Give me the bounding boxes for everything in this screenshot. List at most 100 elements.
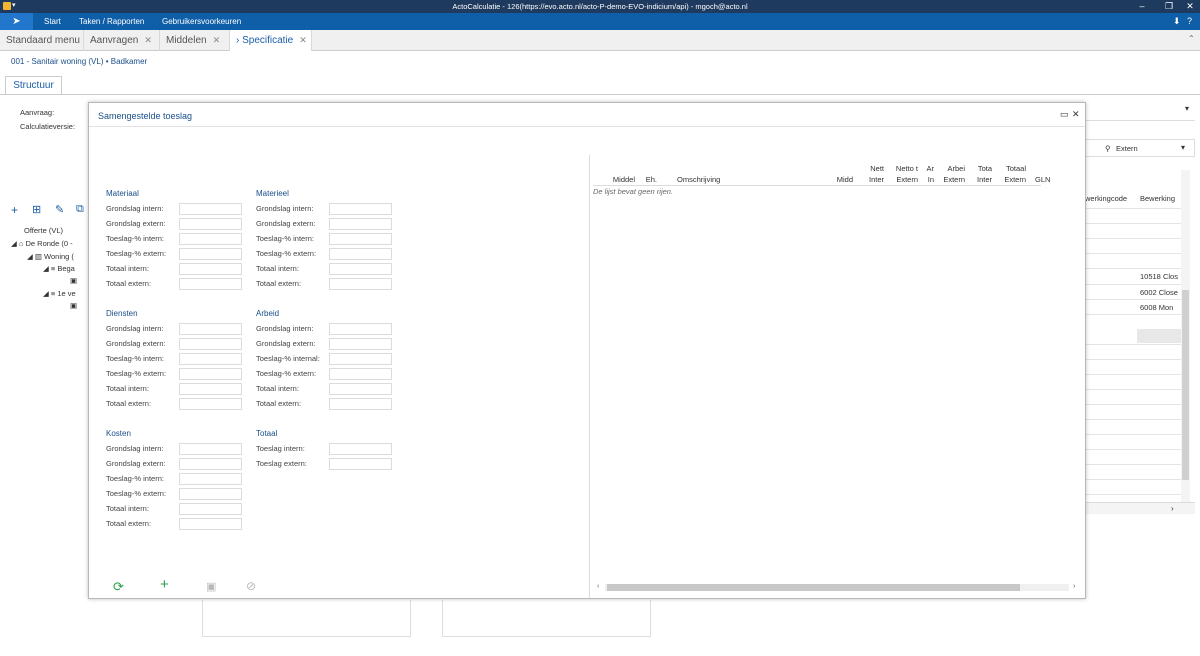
column-header-bewerkingscode[interactable]: werkingcode	[1085, 194, 1127, 203]
materiaal-grondslag-intern-input[interactable]	[179, 203, 242, 215]
close-icon[interactable]: ✕	[299, 35, 307, 45]
materieel-totaal-extern-input[interactable]	[329, 278, 392, 290]
menu-start[interactable]: Start	[44, 17, 61, 26]
tree-item[interactable]: ◢ ≡ 1e ve	[43, 289, 76, 298]
materieel-grondslag-intern-input[interactable]	[329, 203, 392, 215]
expand-icon[interactable]: ◢	[43, 289, 51, 298]
tree-item[interactable]: ◢ ▥ Woning (	[27, 252, 74, 261]
expand-icon[interactable]: ◢	[43, 264, 51, 273]
table-cell[interactable]: 10518 Clos	[1140, 272, 1178, 281]
kosten-toeslag-extern-input[interactable]	[179, 488, 242, 500]
close-icon[interactable]: ✕	[1072, 109, 1080, 120]
column-header-midd[interactable]: Midd	[829, 163, 853, 185]
diensten-grondslag-intern-input[interactable]	[179, 323, 242, 335]
table-row	[1085, 268, 1181, 269]
tab-aanvragen[interactable]: Aanvragen ✕	[84, 30, 160, 51]
materiaal-toeslag-extern-input[interactable]	[179, 248, 242, 260]
arbeid-grondslag-extern-input[interactable]	[329, 338, 392, 350]
menu-taken-rapporten[interactable]: Taken / Rapporten	[79, 17, 144, 26]
tab-middelen[interactable]: Middelen ✕	[160, 30, 230, 51]
menu-gebruikersvoorkeuren[interactable]: Gebruikersvoorkeuren	[162, 17, 241, 26]
minimize-icon[interactable]: –	[1135, 1, 1149, 11]
materiaal-grondslag-extern-input[interactable]	[179, 218, 242, 230]
document-icon[interactable]: ▣	[70, 301, 77, 310]
scrollbar-thumb[interactable]	[607, 584, 1020, 591]
materiaal-totaal-intern-input[interactable]	[179, 263, 242, 275]
totaal-toeslag-intern-input[interactable]	[329, 443, 392, 455]
extern-dropdown[interactable]: ⚲ Extern ▾	[1085, 139, 1195, 157]
save-icon[interactable]: ▣	[206, 580, 216, 593]
chevron-right-icon[interactable]: ›	[1073, 583, 1075, 590]
close-icon[interactable]: ✕	[144, 35, 152, 45]
column-header-arbeid-extern[interactable]: Arbei Extern	[939, 163, 965, 185]
restore-icon[interactable]: ❐	[1162, 1, 1176, 12]
column-header-bewerking[interactable]: Bewerking	[1140, 194, 1175, 203]
help-icon[interactable]: ?	[1187, 16, 1192, 26]
close-icon[interactable]: ✕	[213, 35, 221, 45]
chevron-left-icon[interactable]: ‹	[597, 583, 599, 590]
materieel-toeslag-extern-input[interactable]	[329, 248, 392, 260]
refresh-icon[interactable]: ⟳	[113, 579, 124, 595]
arbeid-toeslag-intern-input[interactable]	[329, 353, 392, 365]
diensten-toeslag-extern-input[interactable]	[179, 368, 242, 380]
diensten-totaal-extern-input[interactable]	[179, 398, 242, 410]
arbeid-toeslag-extern-input[interactable]	[329, 368, 392, 380]
chevron-down-icon[interactable]: ▾	[1185, 104, 1189, 113]
tab-specificatie[interactable]: › Specificatie ✕	[230, 30, 312, 51]
column-header-eh[interactable]: Eh.	[641, 163, 657, 185]
chevron-right-icon[interactable]: ›	[1171, 504, 1174, 513]
table-cell[interactable]: 6008 Mon	[1140, 303, 1173, 312]
tree-item[interactable]: ◢ ≡ Bega	[43, 264, 75, 273]
table-cell[interactable]	[1137, 329, 1181, 343]
kosten-toeslag-intern-input[interactable]	[179, 473, 242, 485]
add-icon[interactable]: +	[11, 203, 18, 217]
add-icon[interactable]: +	[160, 576, 169, 593]
tab-structuur[interactable]: Structuur	[5, 76, 62, 94]
materiaal-toeslag-intern-input[interactable]	[179, 233, 242, 245]
column-header-totaal-intern[interactable]: Tota Inter	[970, 163, 992, 185]
download-icon[interactable]: ⬇	[1173, 16, 1181, 27]
table-cell[interactable]: 6002 Close	[1140, 288, 1178, 297]
materieel-toeslag-intern-input[interactable]	[329, 233, 392, 245]
home-menu-button[interactable]: ➤	[0, 13, 33, 30]
edit-icon[interactable]: ✎	[55, 203, 64, 216]
cancel-icon[interactable]: ⊘	[246, 579, 256, 593]
document-icon[interactable]: ▣	[70, 276, 77, 285]
column-header-netto-extern[interactable]: Netto t Extern	[888, 163, 918, 185]
materieel-totaal-intern-input[interactable]	[329, 263, 392, 275]
tree-item[interactable]: ◢ ⌂ De Ronde (0 -	[11, 239, 73, 248]
column-header-middel[interactable]: Middel	[601, 163, 635, 185]
horizontal-scrollbar[interactable]: ›	[1085, 502, 1195, 514]
maximize-icon[interactable]: ▭	[1060, 109, 1069, 120]
tab-standaard-menu[interactable]: Standaard menu	[0, 30, 84, 51]
column-header-omschrijving[interactable]: Omschrijving	[677, 163, 727, 185]
arbeid-grondslag-intern-input[interactable]	[329, 323, 392, 335]
diensten-toeslag-intern-input[interactable]	[179, 353, 242, 365]
copy-icon[interactable]: ⧉	[76, 203, 84, 216]
horizontal-scrollbar[interactable]: ‹ ›	[593, 583, 1081, 592]
diensten-grondslag-extern-input[interactable]	[179, 338, 242, 350]
kosten-grondslag-intern-input[interactable]	[179, 443, 242, 455]
vertical-scrollbar[interactable]	[1181, 170, 1190, 510]
tree-item[interactable]: Offerte (VL)	[24, 226, 63, 235]
column-header-gln[interactable]: GLN	[1035, 163, 1053, 185]
expand-icon[interactable]: ◢	[27, 252, 35, 261]
totaal-toeslag-extern-input[interactable]	[329, 458, 392, 470]
tree-structure-icon[interactable]: ⊞	[32, 203, 41, 216]
column-header-totaal-extern[interactable]: Totaal Extern	[998, 163, 1026, 185]
kosten-grondslag-extern-input[interactable]	[179, 458, 242, 470]
column-header-arbeid-intern[interactable]: Ar In	[922, 163, 935, 185]
expand-icon[interactable]: ◢	[11, 239, 19, 248]
scrollbar-thumb[interactable]	[1182, 290, 1189, 480]
materieel-grondslag-extern-input[interactable]	[329, 218, 392, 230]
arbeid-totaal-extern-input[interactable]	[329, 398, 392, 410]
splitter[interactable]	[589, 155, 590, 598]
kosten-totaal-extern-input[interactable]	[179, 518, 242, 530]
arbeid-totaal-intern-input[interactable]	[329, 383, 392, 395]
materiaal-totaal-extern-input[interactable]	[179, 278, 242, 290]
kosten-totaal-intern-input[interactable]	[179, 503, 242, 515]
chevron-up-icon[interactable]: ⌃	[1188, 34, 1195, 43]
diensten-totaal-intern-input[interactable]	[179, 383, 242, 395]
column-header-netto-intern[interactable]: Nett Inter	[861, 163, 884, 185]
close-icon[interactable]: ✕	[1183, 1, 1197, 12]
